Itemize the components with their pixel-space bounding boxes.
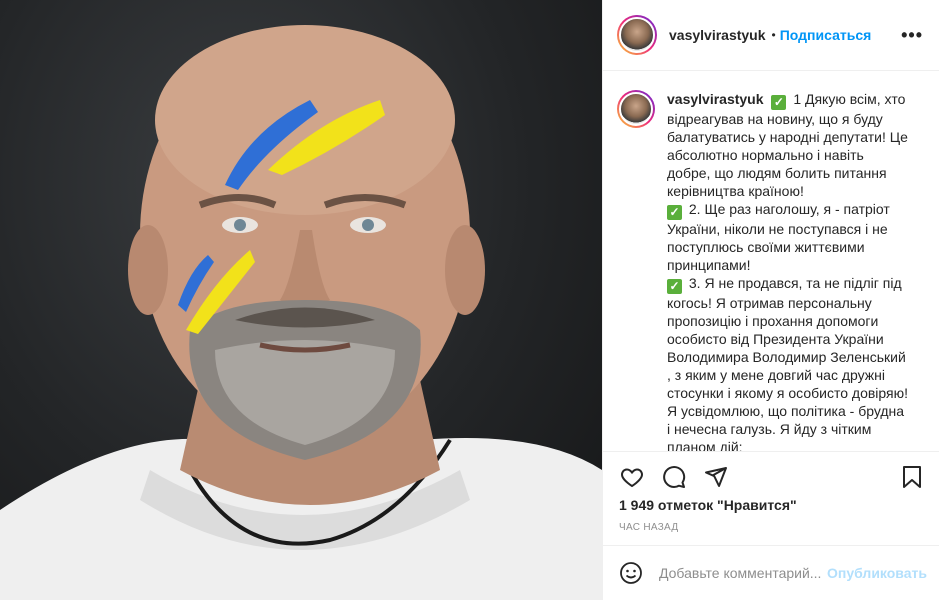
header-username[interactable]: vasylvirastyuk <box>669 27 766 43</box>
caption-avatar[interactable] <box>617 90 655 128</box>
post-timestamp[interactable]: час назад <box>619 522 678 533</box>
caption-area: vasylvirastyuk ✓ 1 Дякую всім, хто відре… <box>603 72 939 451</box>
avatar[interactable] <box>617 15 657 55</box>
caption-line: керівництва країною! <box>667 183 804 199</box>
caption-line: абсолютно нормально і навіть <box>667 147 864 163</box>
caption-line: відреагував на новину, що я буду <box>667 111 883 127</box>
caption-line: балатуватись у народні депутати! Це <box>667 129 908 145</box>
separator-dot: • <box>771 28 776 42</box>
caption-line: і нечесна галузь. Я йду з чітким <box>667 421 872 437</box>
check-mark-icon: ✓ <box>667 205 682 220</box>
caption-text: vasylvirastyuk ✓ 1 Дякую всім, хто відре… <box>667 90 925 451</box>
caption-line: , з яким у мене довгий час дружні <box>667 367 885 383</box>
caption-line: Я усвідомлюю, що політика - брудна <box>667 403 905 419</box>
heart-icon[interactable] <box>619 464 645 490</box>
paper-plane-icon[interactable] <box>703 464 729 490</box>
caption-line: когось! Я отримав персональну <box>667 295 872 311</box>
check-mark-icon: ✓ <box>667 279 682 294</box>
caption-line: 1 Дякую всім, хто <box>793 91 906 107</box>
post-header: vasylvirastyuk • Подписаться ••• <box>603 0 939 71</box>
follow-button[interactable]: Подписаться <box>780 27 872 43</box>
caption-line: особисто від Президента України <box>667 331 884 347</box>
comment-bar: Опубликовать <box>603 545 939 600</box>
caption-line: України, ніколи не поступався і не <box>667 221 888 237</box>
caption-username[interactable]: vasylvirastyuk <box>667 91 764 107</box>
post-photo[interactable] <box>0 0 602 600</box>
bookmark-icon[interactable] <box>899 464 925 490</box>
likes-count[interactable]: 1 949 отметок "Нравится" <box>619 497 797 513</box>
caption-line: стосунки і якому я особисто довіряю! <box>667 385 909 401</box>
caption-line: Володимира Володимир Зеленський <box>667 349 906 365</box>
portrait-illustration <box>0 25 602 600</box>
comment-icon[interactable] <box>661 464 687 490</box>
post-side-panel: vasylvirastyuk • Подписаться ••• vasylvi… <box>602 0 939 600</box>
action-bar <box>603 451 939 501</box>
comment-input[interactable] <box>659 565 827 581</box>
caption-line: 2. Ще раз наголошу, я - патріот <box>688 201 890 217</box>
more-options-icon[interactable]: ••• <box>901 26 923 44</box>
caption-line: добре, що людям болить питання <box>667 165 887 181</box>
caption-line: пропозицію і прохання допомоги <box>667 313 879 329</box>
caption-line: 3. Я не продався, та не підліг під <box>688 275 902 291</box>
publish-button[interactable]: Опубликовать <box>827 565 927 581</box>
caption-line: принципами! <box>667 257 751 273</box>
caption-line: поступлюсь своїми життєвими <box>667 239 865 255</box>
caption-line: планом дій: <box>667 439 743 451</box>
smiley-icon[interactable] <box>619 560 643 586</box>
check-mark-icon: ✓ <box>771 95 787 110</box>
